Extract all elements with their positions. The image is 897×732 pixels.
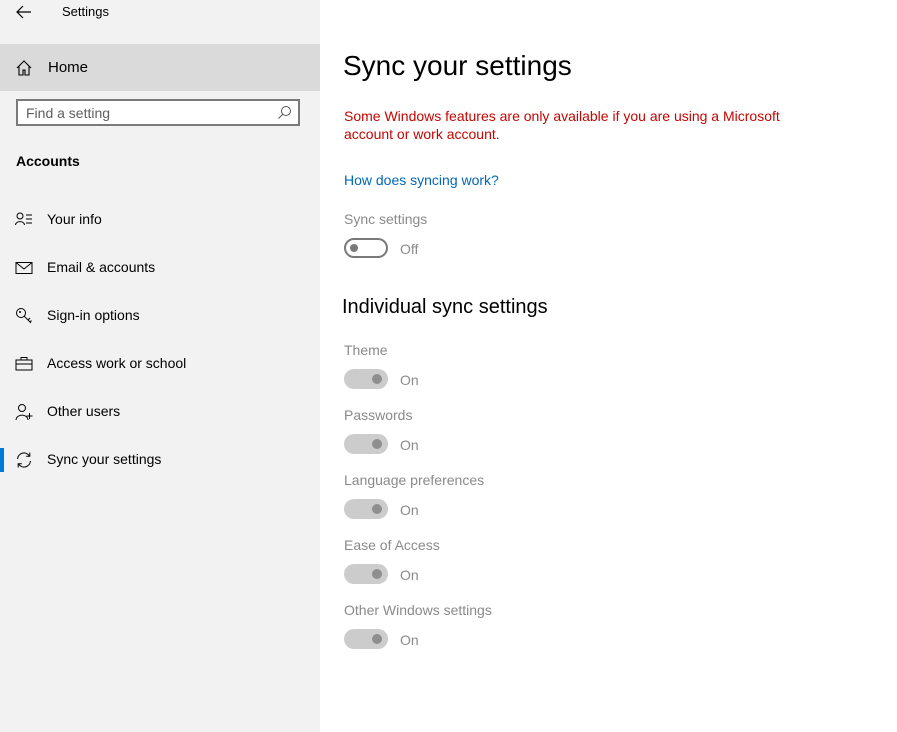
theme-label: Theme (344, 342, 388, 358)
back-button[interactable] (10, 0, 38, 24)
ease-of-access-toggle[interactable] (344, 564, 388, 584)
sync-settings-toggle[interactable] (344, 238, 388, 258)
sidebar-item-other-users[interactable]: Other users (0, 392, 320, 432)
search-input[interactable] (26, 103, 266, 123)
ease-of-access-label: Ease of Access (344, 537, 440, 553)
person-list-icon (15, 212, 32, 226)
mail-icon (15, 262, 33, 274)
sidebar-item-label: Email & accounts (47, 259, 156, 275)
other-windows-settings-label: Other Windows settings (344, 602, 492, 618)
key-icon (16, 308, 32, 324)
toggle-knob (372, 374, 382, 384)
passwords-label: Passwords (344, 407, 413, 423)
sidebar-item-label: Other users (47, 403, 121, 419)
toggle-knob (372, 634, 382, 644)
toggle-knob (350, 244, 358, 252)
other-windows-settings-toggle[interactable] (344, 629, 388, 649)
sidebar-item-label: Access work or school (47, 355, 187, 371)
language-preferences-state: On (400, 502, 419, 518)
sidebar-item-sync-settings[interactable]: Sync your settings (0, 440, 320, 480)
warning-message: Some Windows features are only available… (344, 108, 780, 142)
individual-sync-heading: Individual sync settings (342, 296, 548, 318)
toggle-knob (372, 569, 382, 579)
sidebar-item-email-accounts[interactable]: Email & accounts (0, 248, 320, 288)
sidebar-item-label: Sign-in options (47, 307, 140, 323)
passwords-toggle[interactable] (344, 434, 388, 454)
home-icon (16, 60, 32, 76)
sidebar-item-sign-in-options[interactable]: Sign-in options (0, 296, 320, 336)
sidebar-item-access-work-school[interactable]: Access work or school (0, 344, 320, 384)
search-box[interactable] (16, 99, 300, 126)
main-content: Sync your settings Some Windows features… (320, 0, 897, 732)
sync-settings-label: Sync settings (344, 211, 428, 227)
toggle-knob (372, 504, 382, 514)
person-add-icon (15, 404, 33, 421)
title-bar: Settings (0, 0, 320, 26)
home-label: Home (48, 59, 89, 76)
back-arrow-icon (16, 5, 31, 19)
language-preferences-label: Language preferences (344, 472, 485, 488)
theme-state: On (400, 372, 419, 388)
theme-toggle[interactable] (344, 369, 388, 389)
briefcase-icon (15, 357, 33, 371)
sidebar-item-your-info[interactable]: Your info (0, 200, 320, 240)
search-icon (278, 106, 291, 119)
other-windows-settings-state: On (400, 632, 419, 648)
ease-of-access-state: On (400, 567, 419, 583)
sidebar: Settings Home Accounts Your info Email &… (0, 0, 320, 732)
home-button[interactable]: Home (0, 44, 320, 91)
sync-settings-state: Off (400, 241, 419, 257)
page-title: Sync your settings (343, 50, 572, 81)
sidebar-item-label: Sync your settings (47, 451, 162, 467)
language-preferences-toggle[interactable] (344, 499, 388, 519)
app-title: Settings (62, 4, 109, 19)
toggle-knob (372, 439, 382, 449)
passwords-state: On (400, 437, 419, 453)
section-heading-accounts: Accounts (16, 153, 80, 169)
sidebar-item-label: Your info (47, 211, 102, 227)
how-syncing-works-link[interactable]: How does syncing work? (344, 172, 499, 188)
sync-icon (17, 452, 31, 468)
